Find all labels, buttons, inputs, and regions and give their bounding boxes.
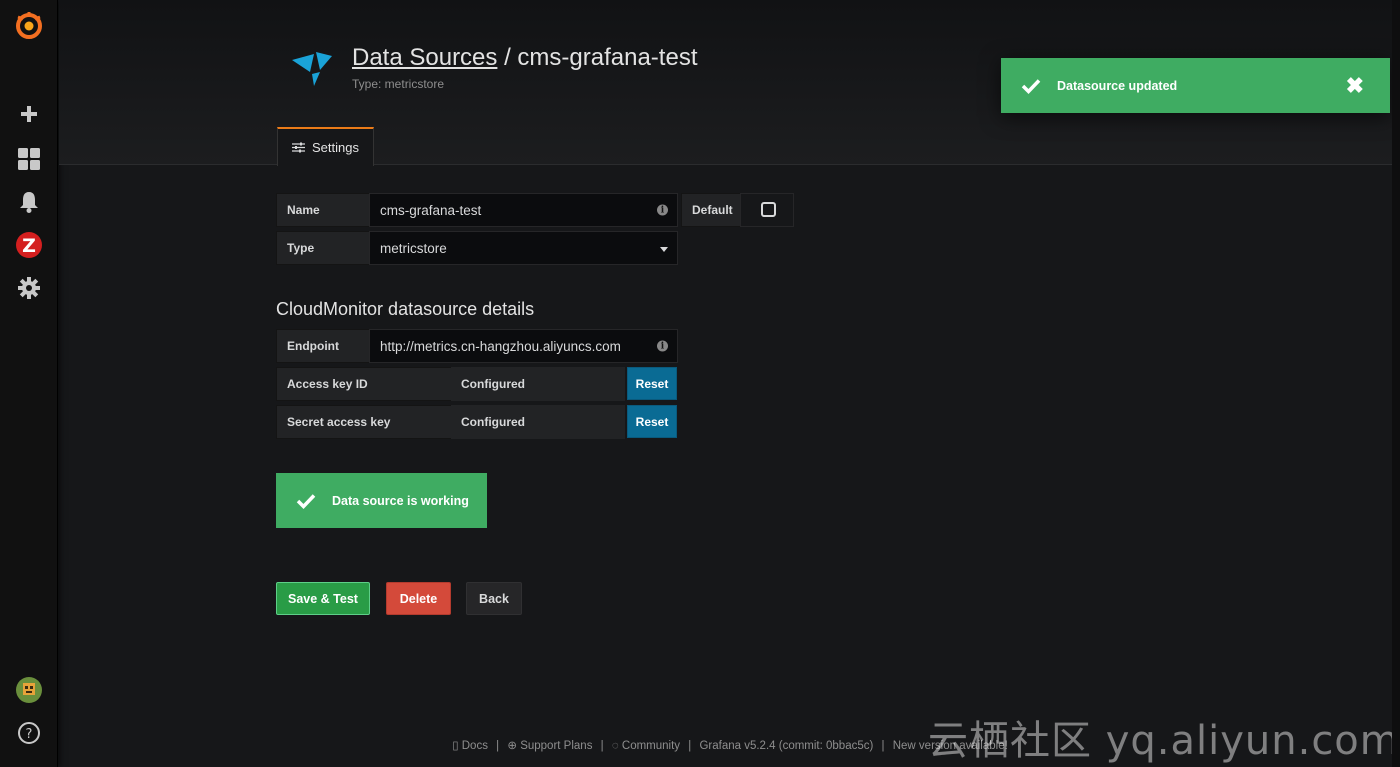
footer-separator: |	[688, 740, 692, 752]
file-icon: ▯	[452, 740, 459, 752]
secret-key-value: Configured	[451, 405, 625, 439]
footer-docs-link[interactable]: ▯ Docs	[452, 740, 488, 752]
breadcrumb-data-sources[interactable]: Data Sources	[352, 44, 497, 71]
default-label: Default	[681, 193, 741, 227]
back-button[interactable]: Back	[466, 582, 522, 615]
sliders-icon	[292, 142, 305, 153]
comments-icon: ◌	[611, 740, 619, 752]
type-select-value: metricstore	[380, 240, 447, 256]
name-input[interactable]: cms-grafana-test i	[369, 193, 678, 227]
endpoint-input[interactable]: http://metrics.cn-hangzhou.aliyuncs.com …	[369, 329, 678, 363]
close-icon[interactable]: ✖	[1346, 74, 1364, 97]
gear-icon[interactable]	[0, 268, 58, 308]
dashboards-icon[interactable]	[0, 139, 58, 179]
secret-key-label: Secret access key	[276, 405, 452, 439]
info-icon[interactable]: i	[657, 340, 668, 352]
footer-separator: |	[600, 740, 604, 752]
datasource-name-title: cms-grafana-test	[517, 44, 698, 71]
default-checkbox-wrapper[interactable]	[740, 193, 794, 227]
breadcrumb-separator: /	[497, 44, 518, 71]
plus-icon[interactable]	[0, 94, 58, 134]
watermark: 云栖社区 yq.aliyun.com	[928, 718, 1400, 764]
footer-support-label: Support Plans	[520, 740, 593, 752]
grafana-logo-icon[interactable]	[0, 6, 58, 46]
bell-icon[interactable]	[0, 182, 58, 222]
default-checkbox[interactable]	[761, 202, 776, 217]
avatar[interactable]	[0, 670, 58, 710]
alert-text: Data source is working	[332, 493, 469, 508]
footer-community-link[interactable]: ◌ Community	[612, 740, 680, 752]
tab-settings[interactable]: Settings	[277, 127, 374, 166]
secret-key-reset-button[interactable]: Reset	[627, 405, 677, 438]
info-icon[interactable]: i	[657, 204, 668, 216]
footer-community-label: Community	[621, 740, 681, 752]
zabbix-icon[interactable]: Z	[0, 225, 58, 265]
name-label: Name	[276, 193, 370, 227]
toast-notification: Datasource updated ✖	[1001, 58, 1390, 113]
footer-separator: |	[496, 740, 500, 752]
save-test-button[interactable]: Save & Test	[276, 582, 370, 615]
datasource-logo-icon	[290, 48, 336, 88]
caret-down-icon	[660, 247, 668, 252]
page-title: Data Sources / cms-grafana-test	[352, 44, 697, 72]
footer-separator: |	[881, 740, 885, 752]
type-select[interactable]: metricstore	[369, 231, 678, 265]
name-input-value: cms-grafana-test	[380, 202, 482, 218]
svg-text:Z: Z	[22, 235, 36, 257]
toast-text: Datasource updated	[1057, 78, 1178, 93]
access-key-label: Access key ID	[276, 367, 452, 401]
support-icon: ⊕	[507, 740, 517, 752]
access-key-value: Configured	[451, 367, 625, 401]
type-label: Type	[276, 231, 370, 265]
page-subtitle: Type: metricstore	[352, 77, 445, 91]
check-icon	[1021, 78, 1041, 94]
endpoint-label: Endpoint	[276, 329, 370, 363]
tab-settings-label: Settings	[312, 140, 359, 155]
endpoint-input-value: http://metrics.cn-hangzhou.aliyuncs.com	[380, 338, 621, 354]
footer-support-link[interactable]: ⊕ Support Plans	[507, 740, 592, 752]
scrollbar[interactable]	[1392, 0, 1400, 767]
details-section-title: CloudMonitor datasource details	[276, 299, 535, 319]
delete-button[interactable]: Delete	[386, 582, 451, 615]
check-icon	[296, 493, 316, 509]
datasource-working-alert: Data source is working	[276, 473, 487, 528]
footer-version: Grafana v5.2.4 (commit: 0bbac5c)	[699, 740, 874, 752]
access-key-reset-button[interactable]: Reset	[627, 367, 677, 400]
sidebar: Z ?	[0, 0, 58, 767]
footer-docs-label: Docs	[461, 740, 488, 752]
